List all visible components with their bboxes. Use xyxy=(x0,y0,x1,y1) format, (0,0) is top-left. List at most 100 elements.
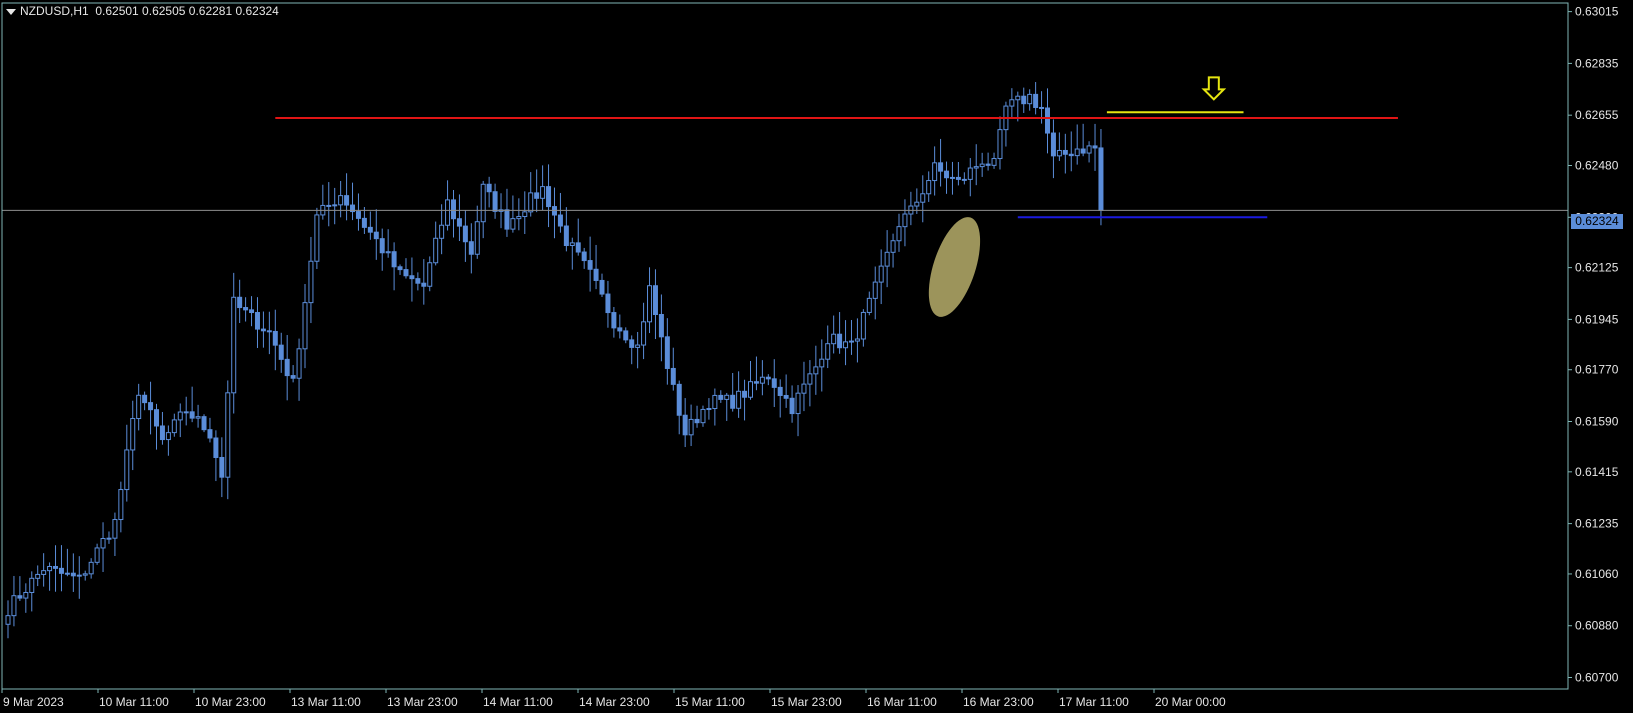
candle-body xyxy=(813,366,819,375)
y-tick-label: 0.62125 xyxy=(1575,261,1619,275)
candle xyxy=(1086,141,1092,163)
candle-body xyxy=(777,386,783,396)
candle xyxy=(361,206,367,234)
y-tick-label: 0.61415 xyxy=(1575,465,1619,479)
candle xyxy=(142,391,148,411)
candle-body xyxy=(896,226,902,242)
candle-body xyxy=(1045,107,1050,134)
candle-body xyxy=(605,293,611,314)
candle xyxy=(682,398,688,448)
candle xyxy=(231,272,237,414)
candle-body xyxy=(474,221,480,255)
candle-body xyxy=(165,432,171,441)
candle xyxy=(944,161,950,194)
candle xyxy=(878,249,884,305)
candle-body xyxy=(302,302,308,350)
candle-body xyxy=(41,570,47,575)
y-tick-label: 0.61770 xyxy=(1575,363,1619,377)
candle-body xyxy=(1056,149,1062,157)
candle xyxy=(474,205,480,259)
candle xyxy=(759,360,765,396)
candle-body xyxy=(587,260,593,270)
candle xyxy=(320,184,326,220)
candle xyxy=(154,403,159,450)
candle-body xyxy=(932,162,938,182)
candle-body xyxy=(124,449,130,491)
candle xyxy=(510,195,516,233)
candle-body xyxy=(201,416,207,431)
candle xyxy=(961,172,967,185)
candle-body xyxy=(231,296,237,394)
candle-body xyxy=(914,201,920,207)
candle xyxy=(201,414,207,433)
candle-body xyxy=(76,574,82,577)
candle xyxy=(587,236,593,292)
candle xyxy=(373,209,379,260)
candles-layer xyxy=(5,82,1104,639)
candle-body xyxy=(1062,149,1068,155)
candle-body xyxy=(1080,148,1086,154)
candle xyxy=(5,600,11,639)
candle xyxy=(765,374,771,386)
candle-body xyxy=(807,373,813,385)
candle-body xyxy=(825,343,831,360)
candle xyxy=(266,311,272,355)
candle xyxy=(249,296,255,327)
candle-body xyxy=(944,170,950,179)
candle-body xyxy=(854,338,860,342)
candle-body xyxy=(753,381,759,384)
x-tick-label: 14 Mar 23:00 xyxy=(579,695,650,709)
candle xyxy=(1033,82,1039,115)
candle xyxy=(872,266,878,320)
candle xyxy=(599,273,605,298)
candle xyxy=(23,583,29,613)
x-tick-label: 15 Mar 23:00 xyxy=(771,695,842,709)
candle xyxy=(213,430,219,482)
candle xyxy=(367,211,373,240)
x-tick-label: 16 Mar 23:00 xyxy=(963,695,1034,709)
candle xyxy=(47,562,53,591)
candle xyxy=(902,199,908,247)
candle-body xyxy=(94,547,100,563)
candle xyxy=(1003,101,1009,147)
x-tick-label: 10 Mar 23:00 xyxy=(195,695,266,709)
candle xyxy=(183,396,189,426)
candle xyxy=(848,319,854,355)
candle-body xyxy=(296,348,302,379)
candle-body xyxy=(355,211,361,219)
sell-arrow-icon xyxy=(1201,76,1227,101)
candle-body xyxy=(47,565,53,572)
candle xyxy=(308,236,314,324)
candle-body xyxy=(742,390,748,398)
dropdown-triangle-icon[interactable] xyxy=(6,8,16,15)
candle xyxy=(421,259,427,305)
candle xyxy=(783,374,789,408)
x-tick-label: 20 Mar 00:00 xyxy=(1155,695,1226,709)
candle xyxy=(53,545,59,592)
candle-body xyxy=(949,176,955,179)
candle-body xyxy=(557,214,563,227)
candle-body xyxy=(1098,147,1104,211)
candle-body xyxy=(35,573,41,579)
y-tick-label: 0.61235 xyxy=(1575,517,1619,531)
candle-body xyxy=(433,237,439,264)
candle-body xyxy=(326,204,332,207)
candle xyxy=(70,553,76,592)
candle-body xyxy=(130,418,136,451)
candle-body xyxy=(272,330,278,346)
x-tick-label: 16 Mar 11:00 xyxy=(867,695,937,709)
x-tick-label: 9 Mar 2023 xyxy=(3,695,64,709)
candle-body xyxy=(177,411,183,421)
candle-body xyxy=(860,311,866,340)
candle xyxy=(641,302,647,360)
chart-canvas[interactable]: 0.630150.628350.626550.624800.623000.621… xyxy=(0,0,1633,713)
candle xyxy=(985,152,991,171)
candle-body xyxy=(403,269,409,277)
candle-body xyxy=(902,213,908,228)
candle xyxy=(112,512,118,557)
candle xyxy=(136,383,142,431)
candle-body xyxy=(581,251,587,262)
x-tick-label: 14 Mar 11:00 xyxy=(483,695,553,709)
candle xyxy=(284,335,290,401)
candle-body xyxy=(225,392,231,478)
